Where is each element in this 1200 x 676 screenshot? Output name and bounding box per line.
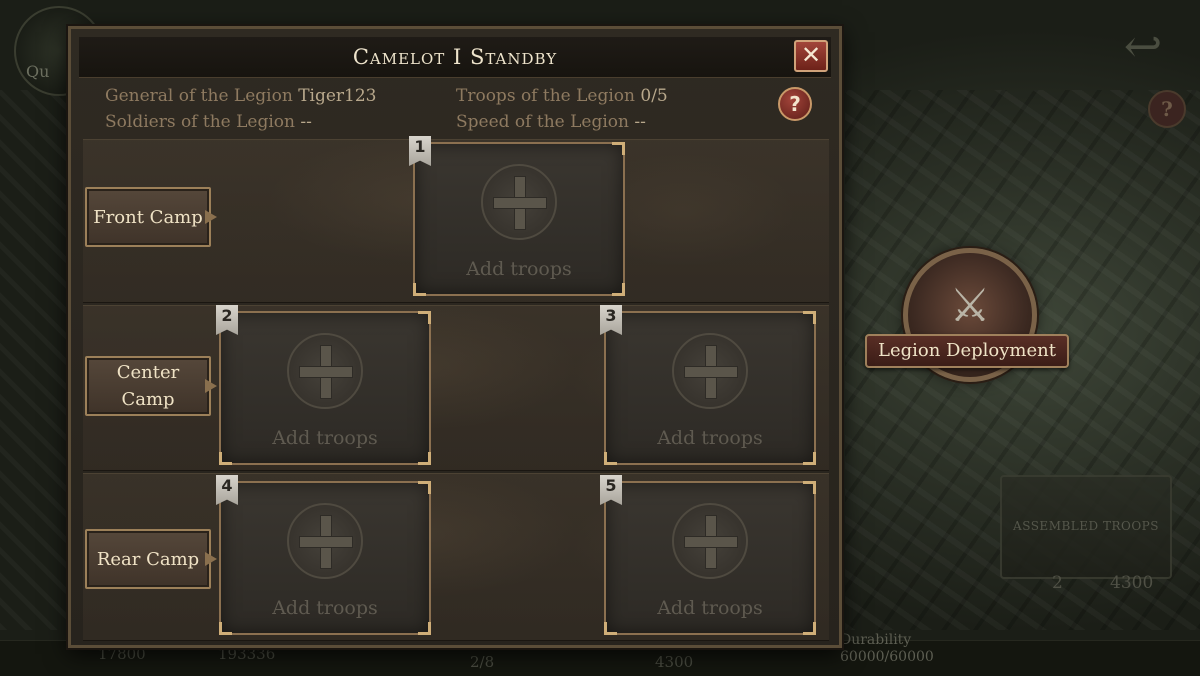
knight-shield-icon: ⚔ bbox=[949, 278, 991, 332]
add-troops-label: Add troops bbox=[466, 258, 572, 280]
back-arrow-icon[interactable]: ↩ bbox=[1108, 18, 1178, 74]
legion-deployment-button[interactable]: ⚔ Legion Deployment bbox=[865, 248, 1069, 382]
legion-standby-dialog: Camelot I Standby ✕ General of the Legio… bbox=[68, 26, 842, 648]
center-camp-row: Center Camp Add troops 2 Add troops 3 bbox=[83, 305, 829, 471]
speed-value: -- bbox=[634, 112, 646, 132]
front-camp-label: Front Camp bbox=[85, 187, 217, 247]
dialog-title-bar: Camelot I Standby bbox=[79, 37, 831, 78]
general-value: Tiger123 bbox=[298, 86, 377, 106]
troops-info: Troops of the Legion 0/5 bbox=[456, 86, 668, 106]
add-troops-label: Add troops bbox=[657, 427, 763, 449]
dialog-title: Camelot I Standby bbox=[352, 45, 558, 69]
soldiers-value: -- bbox=[300, 112, 312, 132]
troop-slot-5[interactable]: Add troops bbox=[604, 481, 816, 635]
troops-label: Troops of the Legion bbox=[456, 86, 635, 106]
speed-info: Speed of the Legion -- bbox=[456, 112, 646, 132]
troop-slot-3[interactable]: Add troops bbox=[604, 311, 816, 465]
troop-slot-4[interactable]: Add troops bbox=[219, 481, 431, 635]
add-troops-label: Add troops bbox=[272, 427, 378, 449]
front-camp-row: Front Camp Add troops 1 bbox=[83, 136, 829, 303]
close-button[interactable]: ✕ bbox=[794, 40, 828, 72]
legion-deployment-label: Legion Deployment bbox=[865, 334, 1069, 368]
assembled-troops-power: 4300 bbox=[1110, 573, 1154, 593]
rear-camp-label: Rear Camp bbox=[85, 529, 217, 589]
soldiers-label: Soldiers of the Legion bbox=[105, 112, 295, 132]
help-button[interactable]: ? bbox=[778, 87, 812, 121]
assembled-troops-label: ASSEMBLED TROOPS bbox=[1013, 519, 1159, 533]
general-info: General of the Legion Tiger123 bbox=[105, 86, 376, 106]
durability-readout: Durability 60000/60000 bbox=[840, 632, 934, 666]
add-troops-label: Add troops bbox=[657, 597, 763, 619]
add-troops-label: Add troops bbox=[272, 597, 378, 619]
soldiers-info: Soldiers of the Legion -- bbox=[105, 112, 312, 132]
center-camp-label: Center Camp bbox=[85, 356, 217, 416]
close-icon: ✕ bbox=[800, 41, 822, 69]
top-left-label: Qu bbox=[26, 62, 50, 81]
durability-label: Durability bbox=[840, 632, 912, 648]
add-troops-plus-icon bbox=[287, 333, 363, 409]
assembled-troops-panel[interactable]: ASSEMBLED TROOPS bbox=[1000, 475, 1172, 579]
background-help-button[interactable]: ? bbox=[1148, 90, 1186, 128]
add-troops-plus-icon bbox=[672, 503, 748, 579]
add-troops-plus-icon bbox=[287, 503, 363, 579]
durability-value: 60000/60000 bbox=[840, 649, 934, 665]
assembled-troops-count: 2 bbox=[1052, 573, 1063, 593]
power-value: 4300 bbox=[655, 653, 694, 671]
troops-value: 0/5 bbox=[640, 86, 668, 106]
add-troops-plus-icon bbox=[672, 333, 748, 409]
left-terrain bbox=[0, 90, 70, 630]
speed-label: Speed of the Legion bbox=[456, 112, 629, 132]
troop-slot-1[interactable]: Add troops bbox=[413, 142, 625, 296]
troop-slot-2[interactable]: Add troops bbox=[219, 311, 431, 465]
troops-count-value: 2/8 bbox=[470, 653, 495, 671]
rear-camp-row: Rear Camp Add troops 4 Add troops 5 bbox=[83, 473, 829, 641]
general-label: General of the Legion bbox=[105, 86, 293, 106]
add-troops-plus-icon bbox=[481, 164, 557, 240]
